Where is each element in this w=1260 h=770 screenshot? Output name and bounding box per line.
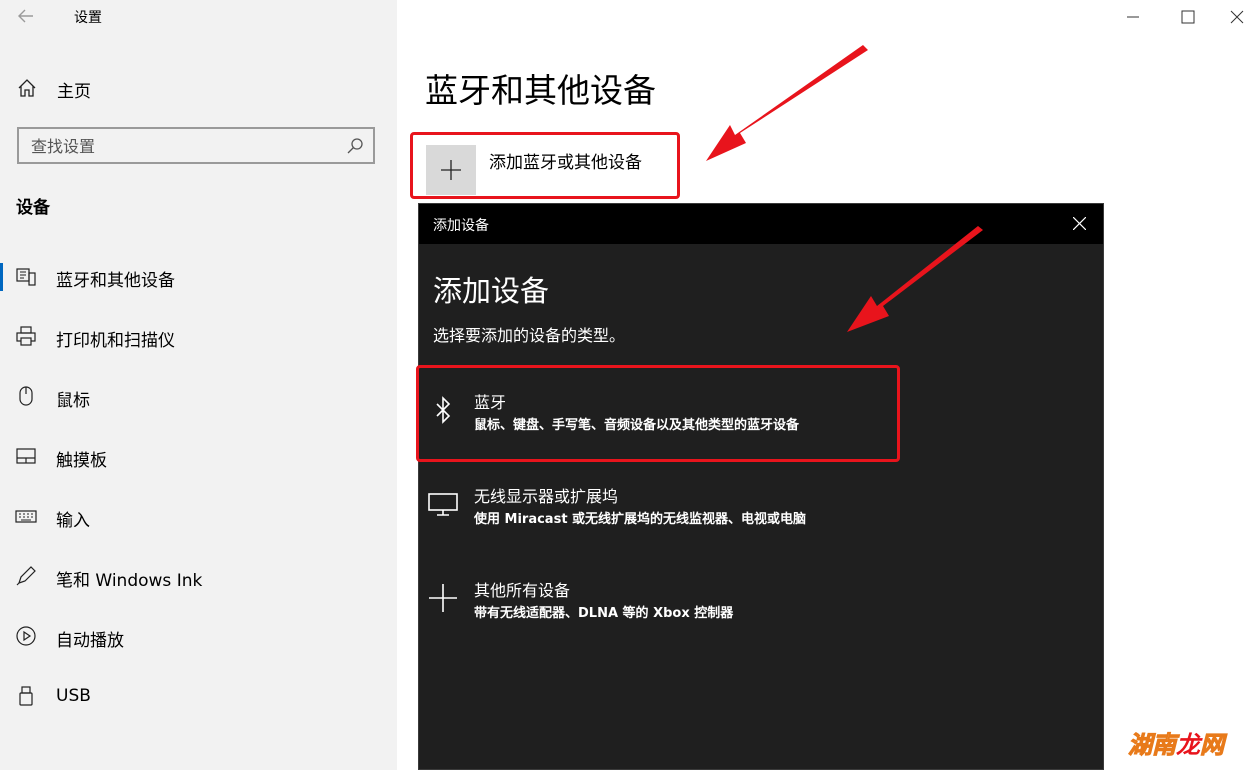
annotation-arrow-icon	[847, 226, 983, 332]
minimize-icon	[1127, 16, 1139, 18]
pen-icon	[16, 566, 36, 586]
watermark-text: 网	[1200, 731, 1225, 760]
close-icon	[1073, 217, 1086, 230]
dialog-heading: 添加设备	[433, 274, 550, 308]
sidebar-item-touchpad[interactable]: 触摸板	[0, 427, 397, 487]
sidebar-item-typing[interactable]: 输入	[0, 487, 397, 547]
sidebar-home-label: 主页	[57, 82, 91, 102]
home-icon	[18, 79, 36, 97]
usb-icon	[19, 686, 33, 706]
highlight-bluetooth-option	[416, 365, 900, 462]
sidebar-item-mouse[interactable]: 鼠标	[0, 367, 397, 427]
keyboard-icon	[15, 510, 37, 523]
sidebar-item-printers[interactable]: 打印机和扫描仪	[0, 307, 397, 367]
sidebar-item-label: 自动播放	[56, 631, 124, 651]
option-name: 其他所有设备	[474, 581, 571, 600]
section-title: 设备	[16, 198, 50, 218]
sidebar-home[interactable]: 主页	[0, 70, 397, 106]
touchpad-icon	[16, 448, 36, 464]
sidebar-nav: 蓝牙和其他设备 打印机和扫描仪 鼠标 触摸板 输入 笔和 Windows Ink…	[0, 247, 397, 727]
highlight-add-button	[410, 132, 680, 199]
option-desc: 带有无线适配器、DLNA 等的 Xbox 控制器	[474, 606, 734, 621]
sidebar-item-autoplay[interactable]: 自动播放	[0, 607, 397, 667]
option-wireless-display[interactable]: 无线显示器或扩展坞 使用 Miracast 或无线扩展坞的无线监视器、电视或电脑	[419, 470, 1103, 550]
annotation-arrow-icon	[706, 45, 868, 161]
watermark-logo: 湖南龙网	[1128, 725, 1225, 760]
option-desc: 使用 Miracast 或无线扩展坞的无线监视器、电视或电脑	[474, 512, 807, 527]
sidebar-item-pen[interactable]: 笔和 Windows Ink	[0, 547, 397, 607]
sidebar-item-usb[interactable]: USB	[0, 667, 397, 727]
search-box[interactable]	[17, 127, 375, 164]
search-input[interactable]	[31, 134, 331, 158]
watermark-text: 湖南	[1128, 731, 1177, 760]
sidebar-item-bluetooth[interactable]: 蓝牙和其他设备	[0, 247, 397, 307]
sidebar-item-label: 蓝牙和其他设备	[56, 271, 175, 291]
printer-icon	[16, 326, 36, 346]
page-title: 蓝牙和其他设备	[425, 71, 656, 110]
back-arrow-icon	[18, 9, 33, 23]
watermark-text: 龙	[1176, 731, 1200, 759]
maximize-icon	[1181, 10, 1195, 24]
sidebar-item-label: 笔和 Windows Ink	[56, 571, 203, 591]
sidebar-item-label: 打印机和扫描仪	[56, 331, 175, 351]
sidebar-item-label: 鼠标	[56, 391, 90, 411]
maximize-button[interactable]	[1165, 0, 1211, 34]
sidebar-item-label: USB	[56, 686, 91, 706]
plus-icon	[429, 584, 457, 612]
option-name: 无线显示器或扩展坞	[474, 487, 619, 506]
mouse-icon	[19, 386, 33, 406]
search-icon[interactable]	[346, 137, 364, 155]
app-title: 设置	[74, 10, 102, 26]
dialog-subtitle: 选择要添加的设备的类型。	[433, 326, 626, 345]
sidebar-item-label: 触摸板	[56, 451, 107, 471]
minimize-button[interactable]	[1110, 0, 1156, 34]
dialog-titlebar: 添加设备	[419, 204, 1103, 244]
close-icon	[1230, 10, 1244, 24]
bluetooth-devices-icon	[16, 268, 36, 286]
add-device-dialog: 添加设备 添加设备 选择要添加的设备的类型。 蓝牙 鼠标、键盘、手写笔、音频设备…	[418, 203, 1104, 770]
sidebar: 设置 主页 设备 蓝牙和其他设备	[0, 0, 397, 770]
autoplay-icon	[16, 626, 36, 646]
back-button[interactable]	[14, 4, 38, 28]
sidebar-item-label: 输入	[56, 511, 90, 531]
sidebar-titlebar: 设置	[0, 0, 397, 34]
dialog-titlebar-text: 添加设备	[433, 218, 489, 234]
close-window-button[interactable]	[1214, 0, 1260, 34]
option-everything-else[interactable]: 其他所有设备 带有无线适配器、DLNA 等的 Xbox 控制器	[419, 564, 1103, 644]
monitor-icon	[428, 493, 458, 516]
dialog-close-button[interactable]	[1057, 204, 1103, 244]
